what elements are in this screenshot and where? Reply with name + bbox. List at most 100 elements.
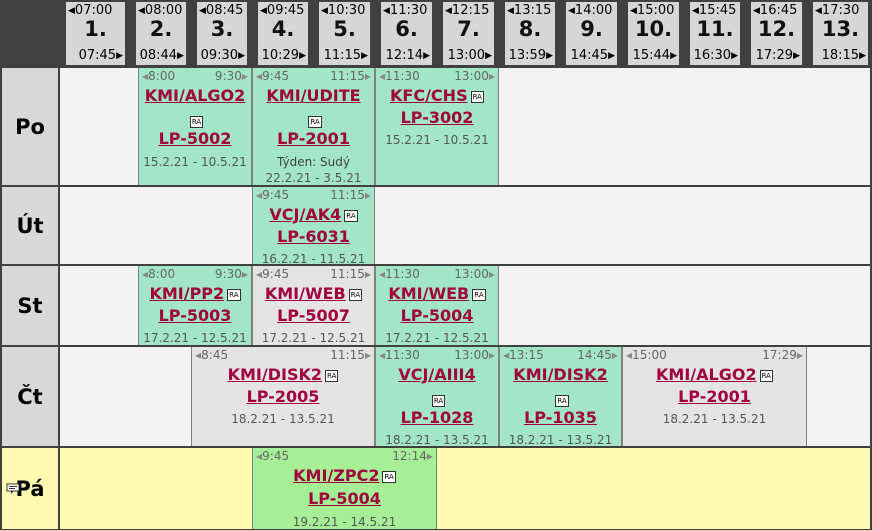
lesson-end-time: 11:15▶ [330,188,371,202]
triangle-right-icon[interactable]: ▶ [116,51,123,61]
subject-link[interactable]: KMI/ZPC2 [293,466,379,485]
subject-link[interactable]: KMI/DISK2 [513,365,607,384]
lesson-start-time: ◀11:30 [379,348,420,362]
lesson-st1[interactable]: ◀8:00 9:30▶ KMI/PP2 RA LP-5003 17.2.21 - 12.5… [138,266,252,345]
room-link[interactable]: LP-3002 [401,108,474,127]
subject-link[interactable]: KMI/WEB [388,284,469,303]
room-link[interactable]: LP-6031 [277,227,350,246]
triangle-left-icon[interactable]: ◀ [383,6,390,16]
ra-badge[interactable]: RA [472,288,486,301]
triangle-left-icon[interactable]: ◀ [507,6,514,16]
lesson-from: 11:30 [385,69,420,83]
ra-badge[interactable]: RA [382,470,396,483]
period-end: 12:14▶ [386,48,430,63]
lesson-pa1[interactable]: ◀9:45 12:14▶ KMI/ZPC2 RA LP-5004 19.2.21 - 14… [252,448,437,529]
triangle-left-icon[interactable]: ◀ [753,6,760,16]
lesson-ut1[interactable]: ◀9:45 11:15▶ VCJ/AK4 RA LP-6031 16.2.21 - 11.… [252,187,375,266]
period-start: ◀10:30 [321,3,365,18]
ra-badge[interactable]: RA [189,115,204,128]
subject-link[interactable]: KMI/ALGO2 [145,86,246,105]
lesson-ct2[interactable]: ◀11:30 13:00▶ VCJ/AIII4 RA LP-1028 18.2.21 - … [375,347,499,447]
triangle-left-icon[interactable]: ◀ [815,6,822,16]
lesson-from: 11:30 [385,348,420,362]
ra-badge[interactable]: RA [325,369,339,382]
lesson-ct1[interactable]: ◀8:45 11:15▶ KMI/DISK2 RA LP-2005 18.2.21 - 1… [191,347,375,446]
ra-badge[interactable]: RA [308,115,322,128]
triangle-left-icon[interactable]: ◀ [321,6,328,16]
period-start-time: 07:00 [74,3,113,18]
subject-link[interactable]: VCJ/AK4 [269,205,341,224]
note-icon[interactable] [6,480,20,494]
room-link[interactable]: LP-2005 [247,387,320,406]
lesson-to: 11:15 [330,348,365,362]
room-link[interactable]: LP-5004 [308,489,381,508]
triangle-right-icon[interactable]: ▶ [299,51,306,61]
triangle-left-icon: ◀ [626,351,633,360]
triangle-right-icon[interactable]: ▶ [361,51,368,61]
lesson-st2[interactable]: ◀9:45 11:15▶ KMI/WEB RA LP-5007 17.2.21 - 12.… [252,266,375,345]
ra-badge[interactable]: RA [759,369,773,382]
triangle-right-icon[interactable]: ▶ [793,51,800,61]
ra-badge[interactable]: RA [470,90,484,103]
lesson-st3[interactable]: ◀11:30 13:00▶ KMI/WEB RA LP-5004 17.2.21 - 12… [375,266,499,345]
triangle-right-icon[interactable]: ▶ [238,51,245,61]
corner-cell [0,0,60,66]
lesson-end-time: 12:14▶ [392,449,433,463]
lesson-dates: 18.2.21 - 13.5.21 [662,412,767,426]
lesson-po3[interactable]: ◀11:30 13:00▶ KFC/CHS RA LP-3002 15.2.21 - 10… [375,68,499,185]
lesson-end-time: 11:15▶ [330,348,371,362]
period-start: ◀07:00 [68,3,112,18]
period-number: 7. [457,17,480,41]
triangle-left-icon[interactable]: ◀ [68,6,75,16]
lesson-ct4[interactable]: ◀15:00 17:29▶ KMI/ALGO2 RA LP-2001 18.2.21 - … [622,347,807,446]
triangle-right-icon[interactable]: ▶ [546,51,553,61]
triangle-left-icon[interactable]: ◀ [199,6,206,16]
ra-badge[interactable]: RA [431,394,446,407]
subject-link[interactable]: KFC/CHS [390,86,468,105]
ra-badge[interactable]: RA [344,209,358,222]
lesson-po2[interactable]: ◀9:45 11:15▶ KMI/UDITE RA LP-2001 Týden: Sudý… [252,68,375,185]
triangle-left-icon[interactable]: ◀ [692,6,699,16]
ra-badge[interactable]: RA [227,288,241,301]
triangle-right-icon[interactable]: ▶ [423,51,430,61]
room-link[interactable]: LP-5002 [159,129,232,148]
triangle-right-icon[interactable]: ▶ [485,51,492,61]
triangle-left-icon[interactable]: ◀ [445,6,452,16]
subject-link[interactable]: VCJ/AIII4 [398,365,475,384]
ra-badge[interactable]: RA [555,394,569,407]
lesson-po1[interactable]: ◀8:00 9:30▶ KMI/ALGO2 RA LP-5002 15.2.21 - 10… [138,68,252,185]
triangle-right-icon[interactable]: ▶ [731,51,738,61]
triangle-left-icon[interactable]: ◀ [138,6,145,16]
period-end-time: 16:30 [693,48,732,63]
day-label-2: St [2,266,58,345]
period-end-time: 08:44 [139,48,178,63]
triangle-right-icon[interactable]: ▶ [608,51,615,61]
lesson-ct3[interactable]: ◀13:15 14:45▶ KMI/DISK2 RA LP-1035 18.2.21 - … [499,347,622,447]
period-start-time: 15:45 [698,3,737,18]
room-link[interactable]: LP-1028 [401,408,474,427]
ra-badge[interactable]: RA [348,288,363,301]
triangle-right-icon[interactable]: ▶ [177,51,184,61]
lesson-to: 11:15 [330,188,365,202]
room-link[interactable]: LP-2001 [277,129,350,148]
room-link[interactable]: LP-5004 [401,306,474,325]
room-link[interactable]: LP-5007 [277,306,350,325]
subject-link[interactable]: KMI/ALGO2 [656,365,757,384]
triangle-right-icon[interactable]: ▶ [670,51,677,61]
room-link[interactable]: LP-1035 [524,408,597,427]
triangle-left-icon[interactable]: ◀ [260,6,267,16]
room-link[interactable]: LP-2001 [678,387,751,406]
period-end: 07:45▶ [79,48,123,63]
period-end: 17:29▶ [756,48,800,63]
triangle-left-icon[interactable]: ◀ [630,6,637,16]
subject-link[interactable]: KMI/PP2 [149,284,224,303]
triangle-right-icon[interactable]: ▶ [859,51,866,61]
subject-link[interactable]: KMI/DISK2 [228,365,322,384]
subject-link[interactable]: KMI/UDITE [266,86,360,105]
triangle-left-icon[interactable]: ◀ [568,6,575,16]
period-end-time: 13:00 [447,48,486,63]
triangle-left-icon: ◀ [256,72,263,81]
period-start: ◀08:00 [138,3,182,18]
room-link[interactable]: LP-5003 [159,306,232,325]
subject-link[interactable]: KMI/WEB [265,284,346,303]
